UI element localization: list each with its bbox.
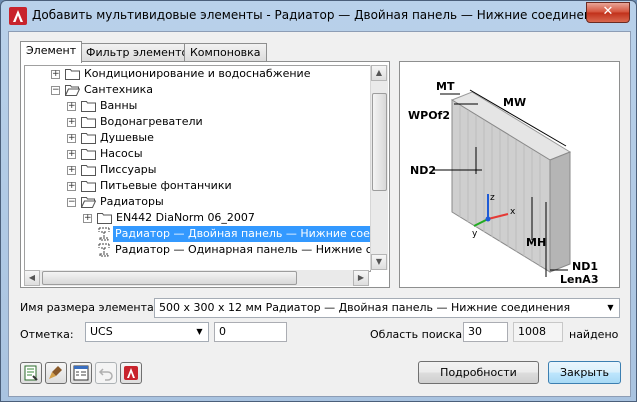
tree-item-label: Радиатор — Одинарная панель — Нижние со: [115, 243, 371, 256]
scroll-thumb[interactable]: [42, 271, 297, 285]
autocad-app-icon[interactable]: [9, 7, 27, 25]
search-area-label: Область поиска:: [370, 328, 466, 341]
part-preview: z x y MT MW WPOf2 ND2 MH ND1 LenA3: [399, 61, 620, 288]
part-size-value: 500 x 300 x 12 мм Радиатор — Двойная пан…: [159, 301, 571, 314]
expand-icon[interactable]: +: [83, 214, 92, 223]
tree-item-label: Питьевые фонтанчики: [100, 179, 232, 192]
window-close-button[interactable]: ✕: [586, 2, 630, 23]
scroll-right-icon[interactable]: ▶: [353, 270, 369, 286]
properties-button[interactable]: [70, 362, 92, 384]
chevron-down-icon[interactable]: ▼: [602, 299, 619, 317]
tree-vertical-scrollbar[interactable]: ▲ ▼: [370, 65, 388, 270]
scroll-up-icon[interactable]: ▲: [371, 65, 387, 81]
expand-icon[interactable]: +: [67, 102, 76, 111]
preview-label-mt: MT: [436, 80, 455, 93]
tree-horizontal-scrollbar[interactable]: ◀ ▶: [24, 270, 369, 286]
tree-item-label: Кондиционирование и водоснабжение: [84, 67, 311, 80]
preview-label-mw: MW: [503, 96, 526, 109]
folder-open-icon: [81, 197, 96, 208]
tree-item-label: EN442 DiaNorm 06_2007: [116, 211, 255, 224]
app-icon: [124, 366, 138, 380]
folder-closed-icon: [81, 149, 96, 160]
collapse-icon[interactable]: −: [51, 86, 60, 95]
part-icon: [98, 243, 110, 257]
elevation-input[interactable]: 0: [214, 322, 287, 342]
part-icon: [98, 227, 110, 241]
preview-label-nd1: ND1: [572, 260, 598, 273]
app-button[interactable]: [120, 362, 142, 384]
expand-icon[interactable]: +: [51, 70, 60, 79]
folder-closed-icon: [81, 133, 96, 144]
elevation-ucs-dropdown[interactable]: UCS ▼: [85, 322, 209, 342]
preview-label-lena3: LenA3: [560, 273, 598, 286]
window-title: Добавить мультивидовые элементы - Радиат…: [32, 8, 607, 22]
scroll-left-icon[interactable]: ◀: [24, 270, 40, 286]
dialog-window: Добавить мультивидовые элементы - Радиат…: [0, 0, 637, 402]
tab-part-filter[interactable]: Фильтр элементов: [80, 43, 201, 61]
folder-closed-icon: [81, 101, 96, 112]
part-size-label: Имя размера элемента:: [20, 301, 158, 314]
undo-icon: [98, 368, 113, 381]
found-count: 1008: [513, 322, 563, 342]
tab-element[interactable]: Элемент: [20, 41, 83, 63]
folder-open-icon: [65, 85, 80, 96]
svg-text:z: z: [490, 193, 495, 203]
title-bar: Добавить мультивидовые элементы - Радиат…: [1, 1, 636, 31]
undo-button[interactable]: [95, 362, 117, 384]
folder-closed-icon: [81, 117, 96, 128]
paint-icon: [49, 366, 62, 379]
preview-label-wpof2: WPOf2: [408, 109, 450, 122]
tree-item-label: Водонагреватели: [100, 115, 203, 128]
tree-item-label: Писсуары: [100, 163, 157, 176]
folder-closed-icon: [81, 181, 96, 192]
element-tab-panel: + Кондиционирование и водоснабжение − Са…: [20, 61, 390, 288]
part-size-dropdown[interactable]: 500 x 300 x 12 мм Радиатор — Двойная пан…: [154, 298, 620, 318]
details-button[interactable]: Подробности: [418, 361, 539, 384]
expand-icon[interactable]: +: [67, 182, 76, 191]
found-label: найдено: [569, 328, 619, 341]
folder-closed-icon: [81, 165, 96, 176]
dialog-body: Элемент Фильтр элементов Компоновка + Ко…: [8, 31, 631, 397]
expand-icon[interactable]: +: [67, 134, 76, 143]
expand-icon[interactable]: +: [67, 118, 76, 127]
folder-closed-icon: [97, 213, 112, 224]
svg-text:y: y: [472, 229, 478, 239]
tab-layout[interactable]: Компоновка: [184, 43, 267, 61]
tree-item-label: Радиатор — Двойная панель — Нижние соед: [113, 226, 370, 242]
close-button[interactable]: Закрыть: [548, 361, 621, 384]
expand-icon[interactable]: +: [67, 150, 76, 159]
expand-icon[interactable]: +: [67, 166, 76, 175]
tree-item-label: Сантехника: [84, 83, 154, 96]
svg-text:x: x: [510, 207, 516, 217]
tree-item-label: Насосы: [100, 147, 143, 160]
folder-closed-icon: [65, 69, 80, 80]
preview-label-nd2: ND2: [410, 164, 436, 177]
tree-item-label: Ванны: [100, 99, 138, 112]
tree-item-label: Душевые: [100, 131, 154, 144]
collapse-icon[interactable]: −: [67, 198, 76, 207]
properties-icon: [73, 365, 89, 381]
style-button[interactable]: [45, 362, 67, 384]
catalog-icon: [24, 365, 38, 381]
catalog-button[interactable]: [20, 362, 42, 384]
elevation-label: Отметка:: [20, 328, 74, 341]
part-catalog-tree[interactable]: + Кондиционирование и водоснабжение − Са…: [24, 65, 371, 272]
elevation-ucs-value: UCS: [90, 325, 113, 338]
scroll-thumb[interactable]: [372, 93, 387, 191]
radiator-preview-drawing: z x y MT MW WPOf2 ND2 MH ND1 LenA3: [408, 80, 598, 286]
preview-label-mh: MH: [526, 236, 546, 249]
chevron-down-icon[interactable]: ▼: [191, 323, 208, 341]
tree-item-label: Радиаторы: [100, 195, 164, 208]
scroll-down-icon[interactable]: ▼: [371, 254, 387, 270]
search-area-input[interactable]: 30: [463, 322, 508, 342]
